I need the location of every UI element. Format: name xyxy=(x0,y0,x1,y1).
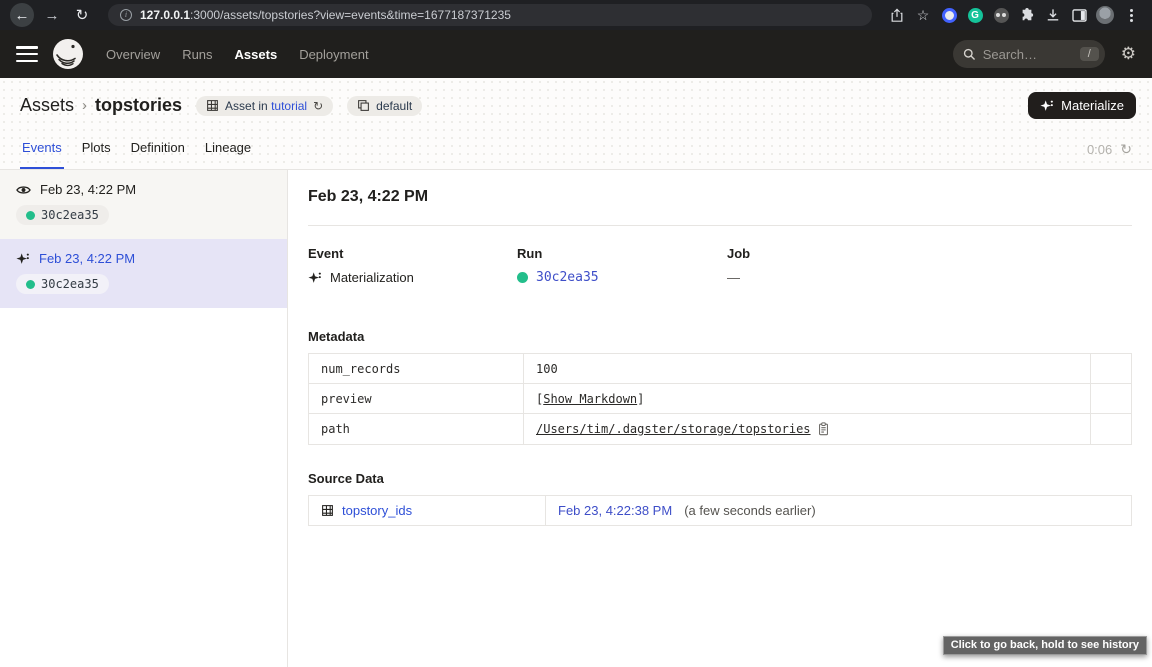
table-row: path /Users/tim/.dagster/storage/topstor… xyxy=(309,414,1131,444)
breadcrumb-assets-link[interactable]: Assets xyxy=(20,95,74,116)
goggles-extension-icon[interactable] xyxy=(990,4,1012,26)
run-tag[interactable]: 30c2ea35 xyxy=(16,274,109,294)
nav-item-overview[interactable]: Overview xyxy=(106,47,160,62)
search-placeholder: Search… xyxy=(983,47,1073,62)
site-info-icon[interactable]: i xyxy=(120,9,132,21)
app-nav: Overview Runs Assets Deployment Search… … xyxy=(0,30,1152,78)
copy-stack-icon xyxy=(357,99,370,112)
materialize-sparkle-icon xyxy=(1040,99,1054,113)
source-data-heading: Source Data xyxy=(308,471,1132,486)
nav-item-runs[interactable]: Runs xyxy=(182,47,212,62)
path-link[interactable]: /Users/tim/.dagster/storage/topstories xyxy=(536,422,811,436)
materialize-button[interactable]: Materialize xyxy=(1028,92,1136,119)
breadcrumb-asset-name: topstories xyxy=(95,95,182,116)
table-grid-icon xyxy=(321,504,334,517)
event-detail-panel: Feb 23, 4:22 PM Event Materialization Ru… xyxy=(288,170,1152,667)
table-grid-icon xyxy=(206,99,219,112)
event-list-sidebar: Feb 23, 4:22 PM 30c2ea35 Feb 23, 4:22 PM… xyxy=(0,170,288,667)
nav-item-deployment[interactable]: Deployment xyxy=(299,47,368,62)
source-data-table: topstory_ids Feb 23, 4:22:38 PM (a few s… xyxy=(308,495,1132,526)
table-row: preview [Show Markdown] xyxy=(309,384,1131,414)
share-icon[interactable] xyxy=(886,4,908,26)
refresh-countdown: 0:06 xyxy=(1087,142,1112,157)
show-markdown-link[interactable]: Show Markdown xyxy=(543,392,637,406)
event-type-value: Materialization xyxy=(330,270,414,285)
run-success-dot xyxy=(26,211,35,220)
loom-extension-icon[interactable] xyxy=(938,4,960,26)
source-asset-link[interactable]: topstory_ids xyxy=(342,503,412,518)
job-value: — xyxy=(727,270,1132,285)
event-time: Feb 23, 4:22 PM xyxy=(40,182,136,197)
run-success-dot xyxy=(517,272,528,283)
metadata-table: num_records 100 preview [Show Markdown] … xyxy=(308,353,1132,445)
address-bar[interactable]: i 127.0.0.1:3000/assets/topstories?view=… xyxy=(108,4,872,26)
asset-tabs: Events Plots Definition Lineage 0:06 ↻ xyxy=(0,129,1152,169)
profile-avatar[interactable] xyxy=(1094,4,1116,26)
side-panel-icon[interactable] xyxy=(1068,4,1090,26)
bracket: ] xyxy=(637,392,644,406)
tab-definition[interactable]: Definition xyxy=(129,140,187,169)
observation-eye-icon xyxy=(16,184,31,196)
tab-lineage[interactable]: Lineage xyxy=(203,140,253,169)
materialization-sparkle-icon xyxy=(308,271,322,285)
run-success-dot xyxy=(26,280,35,289)
refresh-now-icon[interactable]: ↻ xyxy=(1120,143,1132,157)
run-column: Run 30c2ea35 xyxy=(517,246,727,285)
bracket: [ xyxy=(536,392,543,406)
refresh-definition-icon[interactable]: ↻ xyxy=(313,100,323,112)
forward-icon[interactable]: → xyxy=(40,3,64,27)
browser-chrome: ← → ↻ i 127.0.0.1:3000/assets/topstories… xyxy=(0,0,1152,30)
source-time-note: (a few seconds earlier) xyxy=(684,503,816,518)
search-input[interactable]: Search… / xyxy=(953,40,1105,68)
back-icon[interactable]: ← xyxy=(10,3,34,27)
materialization-sparkle-icon xyxy=(16,252,30,266)
hamburger-menu-icon[interactable] xyxy=(16,46,38,62)
refresh-timer: 0:06 ↻ xyxy=(1087,142,1132,169)
event-column: Event Materialization xyxy=(308,246,517,285)
back-button-tooltip: Click to go back, hold to see history xyxy=(943,636,1147,655)
event-time: Feb 23, 4:22 PM xyxy=(39,251,135,266)
reload-icon[interactable]: ↻ xyxy=(70,3,94,27)
nav-items: Overview Runs Assets Deployment xyxy=(106,47,369,62)
metadata-value: 100 xyxy=(524,354,1091,383)
breadcrumb-separator: › xyxy=(82,97,87,114)
event-list-item-observation[interactable]: Feb 23, 4:22 PM 30c2ea35 xyxy=(0,170,287,239)
grammarly-extension-icon[interactable]: G xyxy=(964,4,986,26)
nav-item-assets[interactable]: Assets xyxy=(235,47,278,62)
dagster-logo[interactable] xyxy=(52,38,84,70)
source-event-time-link[interactable]: Feb 23, 4:22:38 PM xyxy=(558,503,672,518)
search-shortcut-badge: / xyxy=(1080,47,1099,61)
tab-events[interactable]: Events xyxy=(20,140,64,169)
metadata-heading: Metadata xyxy=(308,329,1132,344)
menu-kebab-icon[interactable] xyxy=(1120,4,1142,26)
job-column: Job — xyxy=(727,246,1132,285)
run-id-link[interactable]: 30c2ea35 xyxy=(536,270,599,285)
url-text[interactable]: 127.0.0.1:3000/assets/topstories?view=ev… xyxy=(140,8,511,22)
repo-badge-label: default xyxy=(376,99,412,113)
tab-plots[interactable]: Plots xyxy=(80,140,113,169)
asset-page-header: Assets › topstories Asset in tutorial ↻ … xyxy=(0,78,1152,170)
search-icon xyxy=(963,48,976,61)
breadcrumb: Assets › topstories xyxy=(20,95,182,116)
event-list-item-materialization[interactable]: Feb 23, 4:22 PM 30c2ea35 xyxy=(0,239,287,308)
table-row: num_records 100 xyxy=(309,354,1131,384)
asset-group-badge[interactable]: Asset in tutorial ↻ xyxy=(196,96,333,116)
repo-badge[interactable]: default xyxy=(347,96,422,116)
divider xyxy=(308,225,1132,226)
extension-strip: ☆ G xyxy=(886,4,1142,26)
copy-to-clipboard-icon[interactable] xyxy=(817,422,830,436)
event-detail-title: Feb 23, 4:22 PM xyxy=(308,188,1132,206)
table-row: topstory_ids Feb 23, 4:22:38 PM (a few s… xyxy=(309,496,1131,525)
run-tag[interactable]: 30c2ea35 xyxy=(16,205,109,225)
bookmark-star-icon[interactable]: ☆ xyxy=(912,4,934,26)
gear-icon[interactable]: ⚙ xyxy=(1121,44,1136,64)
asset-group-text: Asset in tutorial xyxy=(225,99,307,113)
puzzle-extensions-icon[interactable] xyxy=(1016,4,1038,26)
download-icon[interactable] xyxy=(1042,4,1064,26)
